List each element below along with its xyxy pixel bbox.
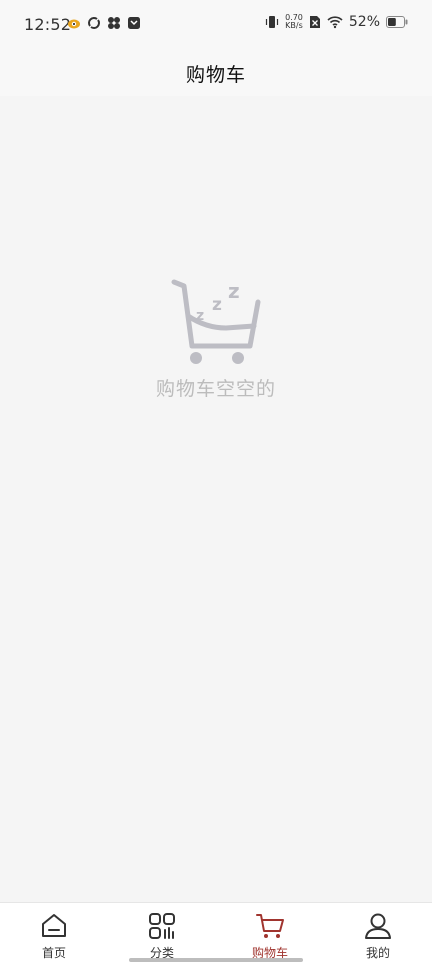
page-header: 购物车 <box>0 50 432 96</box>
cart-content: z z z 购物车空空的 <box>0 96 432 902</box>
tab-home[interactable]: 首页 <box>0 903 108 965</box>
empty-state: z z z 购物车空空的 <box>0 276 432 401</box>
pinwheel-icon <box>108 17 120 29</box>
weibo-icon <box>68 19 80 29</box>
vibrate-icon <box>265 16 279 28</box>
battery-percent: 52% <box>348 14 380 30</box>
status-right: 0.70 KB/s 52% <box>265 14 408 30</box>
notification-icons <box>67 16 141 30</box>
sync-icon <box>88 17 100 29</box>
zzz-small: z <box>196 308 204 324</box>
status-bar: 12:52 0.70 KB/s 52% <box>0 0 432 50</box>
tab-profile[interactable]: 我的 <box>324 903 432 965</box>
page-title: 购物车 <box>185 63 246 86</box>
zzz-large: z <box>228 279 240 303</box>
user-icon <box>365 913 391 939</box>
net-speed-unit: KB/s <box>285 21 303 30</box>
battery-icon <box>386 16 408 28</box>
tab-cart[interactable]: 购物车 <box>216 903 324 965</box>
home-icon <box>42 914 66 937</box>
cart-icon <box>256 914 284 938</box>
message-icon <box>128 17 140 29</box>
tab-profile-label: 我的 <box>365 946 390 960</box>
home-indicator[interactable] <box>129 958 303 962</box>
tab-category[interactable]: 分类 <box>108 903 216 965</box>
no-sim-icon <box>309 16 320 28</box>
net-speed: 0.70 KB/s <box>285 14 303 30</box>
tab-home-label: 首页 <box>41 946 66 960</box>
category-icon <box>149 913 175 939</box>
empty-cart-message: 购物车空空的 <box>155 378 276 400</box>
wifi-icon <box>327 16 343 29</box>
zzz-medium: z <box>212 295 222 315</box>
bottom-tab-bar: 首页 分类 购物车 我的 <box>0 902 432 965</box>
empty-cart-icon: z z z <box>171 279 261 364</box>
status-time: 12:52 <box>24 15 72 34</box>
